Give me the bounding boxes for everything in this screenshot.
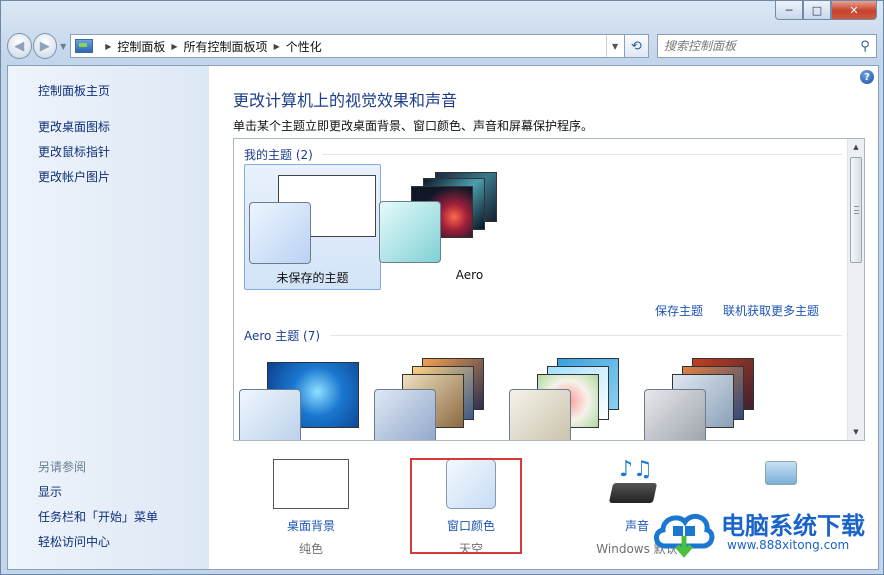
watermark-url: www.888xitong.com [727,538,850,552]
recent-pages-dropdown-icon[interactable]: ▼ [60,42,66,51]
address-bar[interactable]: ▶ 控制面板 ▶ 所有控制面板项 ▶ 个性化 ▼ [70,34,625,58]
theme-unsaved[interactable]: 未保存的主题 [244,164,381,290]
group-header-label: 我的主题 (2) [244,148,313,162]
minimize-button[interactable]: ─ [775,1,803,20]
save-theme-link[interactable]: 保存主题 [655,302,703,319]
search-input[interactable] [664,39,854,53]
sidebar-item-mouse-pointers[interactable]: 更改鼠标指针 [38,143,110,160]
desktop-background-preview [273,459,349,509]
sidebar: 控制面板主页 更改桌面图标 更改鼠标指针 更改帐户图片 另请参阅 显示 任务栏和… [8,66,209,569]
chevron-right-icon[interactable]: ▶ [274,42,280,51]
page-subtitle: 单击某个主题立即更改桌面背景、窗口颜色、声音和屏幕保护程序。 [233,119,594,133]
grip-icon [854,206,859,214]
sidebar-item-display[interactable]: 显示 [38,483,62,500]
search-icon[interactable]: ⚲ [854,39,876,54]
theme-color-swatch [509,389,571,440]
see-also-heading: 另请参阅 [38,460,87,474]
watermark-title: 电脑系统下载 [721,512,865,540]
theme-aero[interactable]: Aero [379,164,516,290]
scroll-thumb[interactable] [850,157,862,263]
cloud-download-icon [654,513,715,558]
window-color-highlight [410,458,522,554]
sidebar-item-taskbar-start[interactable]: 任务栏和「开始」菜单 [38,508,158,525]
page-title: 更改计算机上的视觉效果和声音 [233,91,458,110]
maximize-button[interactable]: □ [803,1,831,20]
desktop-background-value: 纯色 [298,542,323,556]
theme-color-swatch [239,389,301,440]
sidebar-item-ease-of-access[interactable]: 轻松访问中心 [38,533,110,550]
main-panel: ? 更改计算机上的视觉效果和声音 单击某个主题立即更改桌面背景、窗口颜色、声音和… [209,66,878,569]
group-header-label: Aero 主题 (7) [244,329,321,343]
theme-color-swatch [644,389,706,440]
theme-characters[interactable] [509,354,639,440]
theme-color-swatch [374,389,436,440]
theme-color-swatch [249,202,311,264]
navigation-bar: ◀ ▶ ▼ ▶ 控制面板 ▶ 所有控制面板项 ▶ 个性化 ▼ ⟲ ⚲ [7,31,877,61]
sidebar-item-home[interactable]: 控制面板主页 [38,82,110,99]
get-more-themes-link[interactable]: 联机获取更多主题 [723,302,819,319]
theme-label: Aero [455,268,484,282]
watermark: 电脑系统下载 www.888xitong.com [651,498,881,570]
forward-button[interactable]: ▶ [32,33,58,59]
close-button[interactable]: ✕ [831,1,877,20]
theme-label: 未保存的主题 [276,271,349,285]
theme-list[interactable]: 我的主题 (2) 未保存的主题 Aero 保存主题 联机获取更多主题 Aero … [233,138,865,441]
refresh-icon: ⟲ [630,38,642,54]
piano-keyboard-icon [608,483,658,503]
breadcrumb-all-items[interactable]: 所有控制面板项 [184,38,268,55]
theme-list-scrollbar[interactable]: ▲ ▼ [847,139,864,440]
divider [322,154,842,155]
breadcrumb-personalization[interactable]: 个性化 [286,38,322,55]
screen-saver-icon[interactable] [765,461,797,485]
search-box[interactable]: ⚲ [657,34,877,58]
chevron-right-icon[interactable]: ▶ [171,42,177,51]
sidebar-item-account-picture[interactable]: 更改帐户图片 [38,168,110,185]
theme-windows7[interactable] [239,354,369,440]
window: ─ □ ✕ ◀ ▶ ▼ ▶ 控制面板 ▶ 所有控制面板项 ▶ 个性化 ▼ ⟲ ⚲… [0,0,884,575]
desktop-background-item[interactable]: 桌面背景 纯色 [271,459,351,557]
theme-architecture[interactable] [374,354,504,440]
forward-arrow-icon: ▶ [39,38,50,54]
address-dropdown-icon[interactable]: ▼ [605,35,624,57]
theme-landscapes[interactable] [644,354,774,440]
theme-color-swatch [379,201,441,263]
chevron-right-icon[interactable]: ▶ [105,42,111,51]
control-panel-icon [75,39,94,53]
scroll-down-icon[interactable]: ▼ [848,424,864,440]
back-arrow-icon: ◀ [14,38,25,54]
desktop-background-link[interactable]: 桌面背景 [271,517,351,534]
group-header-my-themes: 我的主题 (2) [244,146,844,163]
group-header-aero-themes: Aero 主题 (7) [244,327,844,344]
back-button[interactable]: ◀ [7,33,32,59]
sidebar-item-desktop-icons[interactable]: 更改桌面图标 [38,118,110,135]
refresh-button[interactable]: ⟲ [624,34,649,58]
scroll-up-icon[interactable]: ▲ [848,139,864,155]
breadcrumb-control-panel[interactable]: 控制面板 [117,38,165,55]
caption-buttons: ─ □ ✕ [775,1,877,20]
music-note-icon: ♪♫ [619,457,653,482]
divider [330,335,842,336]
help-icon[interactable]: ? [860,70,874,84]
